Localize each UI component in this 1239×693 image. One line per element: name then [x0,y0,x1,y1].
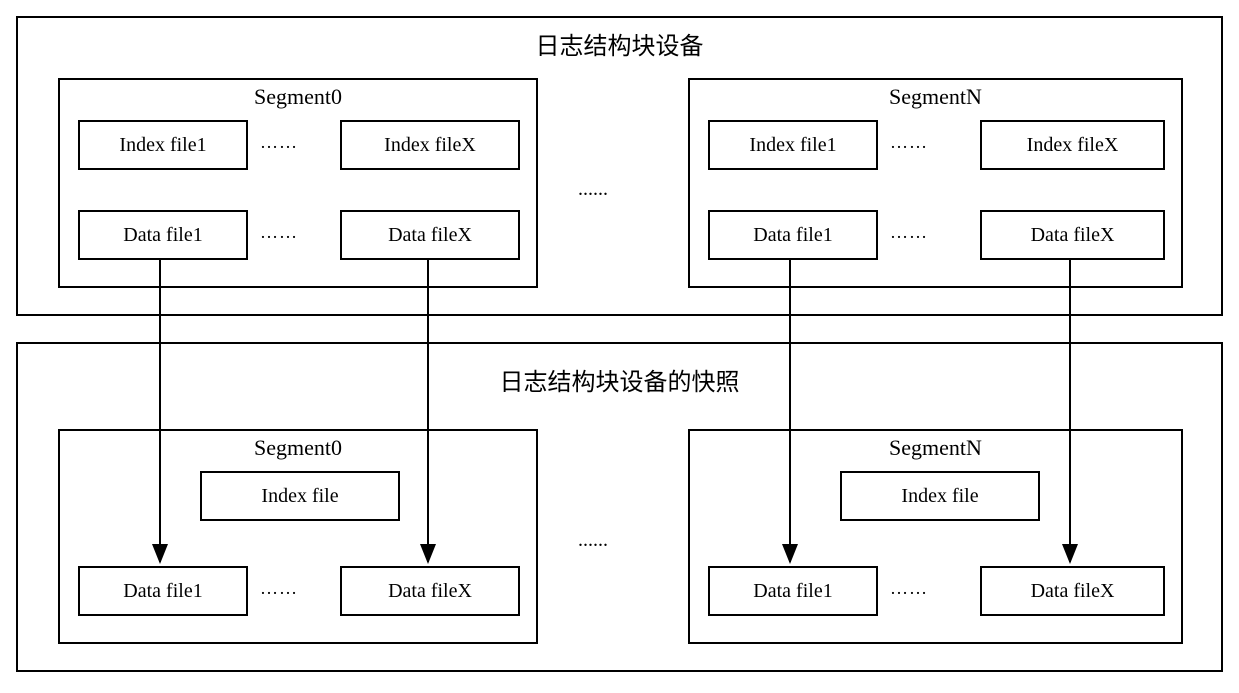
data-file-cell: Data fileX [340,566,520,616]
ellipsis: …… [890,578,928,599]
bottom-container: 日志结构块设备的快照 Segment0 Index file Data file… [16,342,1223,672]
ellipsis: …… [890,132,928,153]
data-file-cell: Data fileX [980,566,1165,616]
data-file-cell: Data file1 [78,210,248,260]
data-file-cell: Data fileX [980,210,1165,260]
index-file-cell: Index fileX [980,120,1165,170]
index-file-cell: Index fileX [340,120,520,170]
data-file-cell: Data file1 [708,566,878,616]
data-file-cell: Data file1 [78,566,248,616]
top-container: 日志结构块设备 Segment0 Index file1 …… Index fi… [16,16,1223,316]
index-file-cell: Index file1 [708,120,878,170]
segment-bottom-n: SegmentN Index file Data file1 …… Data f… [688,429,1183,644]
segment-top-n: SegmentN Index file1 …… Index fileX Data… [688,78,1183,288]
segment-bottom-0-title: Segment0 [60,435,536,461]
data-file-cell: Data fileX [340,210,520,260]
index-file-cell: Index file [840,471,1040,521]
index-file-cell: Index file1 [78,120,248,170]
ellipsis: …… [890,222,928,243]
index-file-cell: Index file [200,471,400,521]
segment-top-0: Segment0 Index file1 …… Index fileX Data… [58,78,538,288]
data-file-cell: Data file1 [708,210,878,260]
segment-top-n-title: SegmentN [690,84,1181,110]
segment-top-0-title: Segment0 [60,84,536,110]
segment-bottom-n-title: SegmentN [690,435,1181,461]
ellipsis: ...... [578,178,608,201]
top-title: 日志结构块设备 [18,26,1221,61]
diagram-canvas: 日志结构块设备 Segment0 Index file1 …… Index fi… [10,10,1229,683]
ellipsis: …… [260,578,298,599]
ellipsis: …… [260,222,298,243]
ellipsis: …… [260,132,298,153]
bottom-title: 日志结构块设备的快照 [18,362,1221,397]
ellipsis: ...... [578,529,608,552]
segment-bottom-0: Segment0 Index file Data file1 …… Data f… [58,429,538,644]
